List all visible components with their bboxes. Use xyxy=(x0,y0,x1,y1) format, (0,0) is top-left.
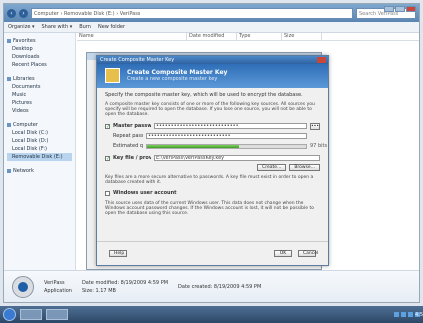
nav-local-disk-f[interactable]: Local Disk (F:) xyxy=(7,145,72,153)
repeat-password-input[interactable]: •••••••••••••••••••••••••••• xyxy=(146,133,307,139)
window-controls xyxy=(384,6,416,12)
taskbar: 4:59 PM xyxy=(0,306,423,323)
show-password-button[interactable]: ••• xyxy=(310,122,320,130)
create-key-file-button[interactable]: Create... xyxy=(257,164,287,171)
back-arrow-icon[interactable]: ‹ xyxy=(7,8,16,18)
nav-desktop[interactable]: Desktop xyxy=(7,45,72,53)
nav-local-disk-d[interactable]: Local Disk (D:) xyxy=(7,137,72,145)
windows-account-checkbox[interactable] xyxy=(105,190,110,196)
volume-tray-icon[interactable] xyxy=(401,312,406,317)
burn-button[interactable]: Burn xyxy=(79,24,91,30)
quality-label: Estimated quality: xyxy=(113,143,143,149)
master-password-label: Master password: xyxy=(113,123,151,129)
nav-videos[interactable]: Videos xyxy=(7,107,72,115)
banner-title: Create Composite Master Key xyxy=(127,69,228,76)
banner-subtitle: Create a new composite master key xyxy=(127,76,218,82)
master-password-input[interactable]: •••••••••••••••••••••••••••• xyxy=(154,123,307,129)
share-button[interactable]: Share with ▾ xyxy=(42,24,73,30)
master-key-dialog: Create Composite Master Key Create Compo… xyxy=(96,55,329,266)
dialog-titlebar: Create Composite Master Key xyxy=(97,56,328,64)
detail-size: Size: 1.17 MB xyxy=(81,287,116,294)
detail-created: Date created: 8/19/2009 4:59 PM xyxy=(178,283,262,290)
column-name[interactable]: Name xyxy=(77,33,187,40)
nav-music[interactable]: Music xyxy=(7,91,72,99)
taskbar-app-button[interactable] xyxy=(46,309,68,320)
quality-meter-fill xyxy=(147,144,240,148)
nav-recent-places[interactable]: Recent Places xyxy=(7,61,72,69)
key-file-select[interactable]: E:\VeriPass\VeriPassKey.key xyxy=(154,155,320,161)
intro-text-2: A composite master key consists of one o… xyxy=(105,102,315,117)
column-type[interactable]: Type xyxy=(237,33,282,40)
nav-pictures[interactable]: Pictures xyxy=(7,99,72,107)
nav-computer[interactable]: Computer xyxy=(7,121,72,129)
key-file-note: Key files are a more secure alternative … xyxy=(105,175,314,185)
toolbar: Organize ▾ Share with ▾ Burn New folder xyxy=(4,22,419,33)
master-password-checkbox[interactable]: ✓ xyxy=(105,123,110,129)
library-icon xyxy=(7,77,11,81)
key-icon xyxy=(105,68,120,83)
help-button[interactable]: Help xyxy=(109,250,127,257)
dialog-body: Specify the composite master key, which … xyxy=(97,88,328,220)
intro-text: Specify the composite master key, which … xyxy=(105,92,303,98)
maximize-icon[interactable] xyxy=(395,6,405,12)
detail-modified: Date modified: 8/19/2009 4:59 PM xyxy=(81,279,169,286)
flag-tray-icon[interactable] xyxy=(408,312,413,317)
nav-network[interactable]: Network xyxy=(7,167,72,175)
close-icon[interactable] xyxy=(406,6,416,12)
windows-account-label: Windows user account xyxy=(113,190,177,196)
key-file-checkbox[interactable]: ✓ xyxy=(105,155,110,161)
computer-icon xyxy=(7,123,11,127)
nav-favorites[interactable]: Favorites xyxy=(7,37,72,45)
dialog-close-icon[interactable] xyxy=(317,57,326,63)
forward-arrow-icon[interactable]: › xyxy=(19,8,28,18)
details-pane: VeriPass Application Date modified: 8/19… xyxy=(4,270,419,302)
start-button[interactable] xyxy=(3,308,16,321)
nav-libraries[interactable]: Libraries xyxy=(7,75,72,83)
column-size[interactable]: Size xyxy=(282,33,322,40)
detail-type: Application xyxy=(44,287,72,294)
key-file-label: Key file / provider: xyxy=(113,155,151,161)
dialog-footer: Help OK Cancel xyxy=(97,241,328,265)
dialog-banner: Create Composite Master Key Create a new… xyxy=(97,64,328,88)
column-date-modified[interactable]: Date modified xyxy=(187,33,237,40)
repeat-password-label: Repeat password: xyxy=(113,133,143,139)
navigation-pane: Favorites Desktop Downloads Recent Place… xyxy=(4,33,76,270)
application-icon xyxy=(12,275,34,298)
quality-bits: 97 bits xyxy=(310,143,328,149)
nav-documents[interactable]: Documents xyxy=(7,83,72,91)
system-tray: 4:59 PM xyxy=(394,312,423,318)
detail-name: VeriPass xyxy=(44,279,65,286)
organize-button[interactable]: Organize ▾ xyxy=(8,24,35,30)
nav-removable-disk-e[interactable]: Removable Disk (E:) xyxy=(7,153,72,161)
network-tray-icon[interactable] xyxy=(394,312,399,317)
minimize-icon[interactable] xyxy=(384,6,394,12)
network-icon xyxy=(7,169,11,173)
nav-downloads[interactable]: Downloads xyxy=(7,53,72,61)
quality-meter xyxy=(146,143,307,149)
star-icon xyxy=(7,39,11,43)
new-folder-button[interactable]: New folder xyxy=(98,24,125,30)
address-input[interactable]: Computer › Removable Disk (E:) › VeriPas… xyxy=(31,7,353,19)
nav-local-disk-c[interactable]: Local Disk (C:) xyxy=(7,129,72,137)
taskbar-explorer-button[interactable] xyxy=(20,309,42,320)
windows-account-note: This source uses data of the current Win… xyxy=(105,201,315,216)
ok-button[interactable]: OK xyxy=(274,250,292,257)
column-headers: Name Date modified Type Size xyxy=(77,33,419,41)
taskbar-clock[interactable]: 4:59 PM xyxy=(415,312,423,318)
address-bar: ‹ › Computer › Removable Disk (E:) › Ver… xyxy=(4,4,419,22)
browse-key-file-button[interactable]: Browse... xyxy=(289,164,320,171)
cancel-button[interactable]: Cancel xyxy=(298,250,318,257)
